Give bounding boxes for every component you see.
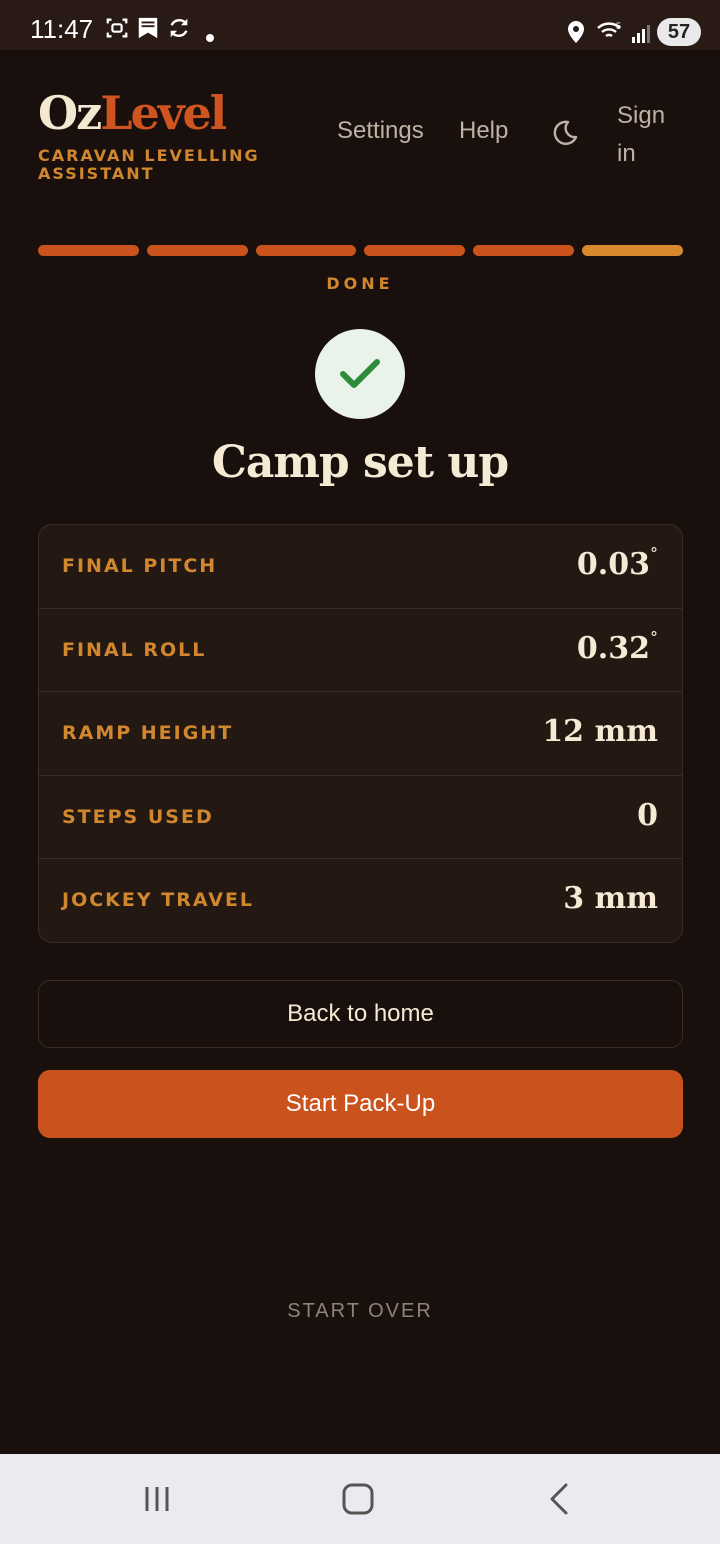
stat-label: STEPS USED — [62, 805, 214, 828]
stat-value: 0 — [637, 797, 658, 833]
status-bar: 11:47 5 57 — [0, 0, 720, 50]
step-label: DONE — [326, 274, 394, 293]
stat-value: 0.32° — [576, 627, 658, 666]
progress-segment — [38, 245, 139, 256]
sync-icon — [170, 18, 188, 38]
stat-label: RAMP HEIGHT — [62, 722, 234, 745]
app-logo[interactable]: OzLevel — [38, 86, 227, 140]
nav-sign-in-link[interactable]: Sign in — [617, 97, 665, 173]
signal-icon — [632, 25, 650, 43]
back-to-home-button[interactable]: Back to home — [38, 980, 683, 1048]
stat-number: 0.32 — [576, 630, 650, 666]
location-icon — [568, 21, 584, 43]
wifi-icon: 5 — [597, 21, 621, 38]
screenshot-icon — [106, 18, 128, 38]
step-progress-bar — [38, 245, 683, 256]
system-navigation-bar — [0, 1454, 720, 1544]
progress-segment — [146, 245, 248, 256]
logo-level: Level — [100, 86, 227, 140]
progress-segment — [255, 245, 357, 256]
battery-indicator: 57 — [657, 18, 701, 46]
checkmark-icon — [340, 359, 380, 388]
success-badge — [315, 329, 405, 419]
stat-label: JOCKEY TRAVEL — [62, 889, 255, 912]
stat-row-steps-used: STEPS USED 0 — [39, 776, 682, 860]
stat-value: 12 mm — [542, 714, 658, 750]
stat-number: 0.03 — [576, 547, 650, 582]
stat-value: 0.03° — [576, 544, 658, 582]
bookmark-icon — [138, 17, 158, 39]
status-time: 11:47 — [30, 14, 94, 44]
sign-in-line2: in — [617, 140, 636, 167]
stat-value: 3 mm — [563, 881, 658, 917]
svg-text:5: 5 — [616, 21, 621, 31]
back-icon[interactable] — [548, 1483, 570, 1515]
logo-oz: Oz — [38, 86, 102, 140]
stat-label: FINAL ROLL — [62, 638, 207, 661]
page-title: Camp set up — [211, 437, 509, 488]
sign-in-line1: Sign — [617, 102, 666, 129]
progress-segment — [364, 245, 466, 256]
app-tagline: CARAVAN LEVELLING ASSISTANT — [38, 146, 260, 183]
nav-help-link[interactable]: Help — [459, 117, 508, 145]
home-icon[interactable] — [342, 1483, 374, 1515]
stat-row-ramp-height: RAMP HEIGHT 12 mm — [39, 692, 682, 776]
start-over-link[interactable]: START OVER — [0, 1300, 720, 1323]
degree-unit: ° — [650, 627, 658, 647]
degree-unit: ° — [650, 544, 658, 563]
nav-settings-link[interactable]: Settings — [337, 117, 424, 145]
notification-dot-icon — [206, 34, 214, 42]
progress-segment-current — [582, 245, 683, 256]
stat-row-final-roll: FINAL ROLL 0.32° — [39, 609, 682, 693]
recent-apps-icon[interactable] — [143, 1485, 171, 1513]
progress-segment — [473, 245, 575, 256]
stat-label: FINAL PITCH — [62, 555, 218, 577]
start-pack-up-button[interactable]: Start Pack-Up — [38, 1070, 683, 1138]
summary-card: FINAL PITCH 0.03° FINAL ROLL 0.32° RAMP … — [38, 524, 683, 943]
dark-mode-moon-icon[interactable] — [549, 118, 579, 148]
stat-row-final-pitch: FINAL PITCH 0.03° — [39, 525, 682, 609]
stat-row-jockey-travel: JOCKEY TRAVEL 3 mm — [39, 859, 682, 942]
